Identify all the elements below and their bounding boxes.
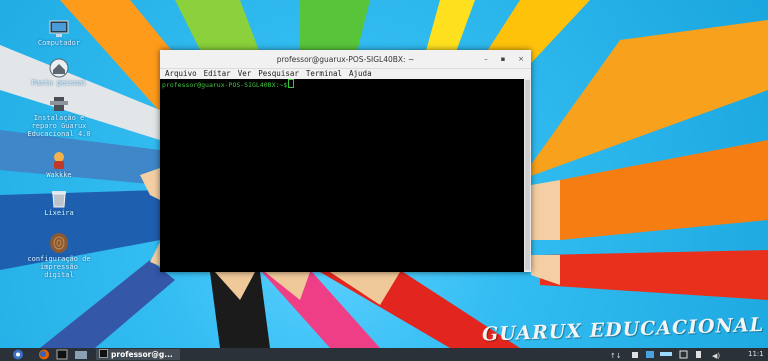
- usb-icon: [696, 351, 701, 358]
- scrollbar-thumb[interactable]: [525, 80, 530, 270]
- terminal-task-icon: [99, 349, 108, 358]
- desktop-icon-label: Pasta pessoal: [31, 79, 87, 87]
- menu-terminal[interactable]: Terminal: [306, 69, 342, 78]
- menu-bar: Arquivo Editar Ver Pesquisar Terminal Ajuda: [160, 69, 531, 79]
- desktop-icon-label: Computador: [37, 39, 81, 47]
- system-tray-icons[interactable]: ↑↓ ◀): [610, 350, 740, 359]
- window-titlebar[interactable]: professor@guarux-POS-SIGL40BX: ~ – ▪ ×: [160, 50, 531, 69]
- terminal-window[interactable]: professor@guarux-POS-SIGL40BX: ~ – ▪ × A…: [160, 50, 531, 272]
- task-label: professor@g...: [111, 350, 173, 359]
- desktop-icon-trash[interactable]: Lixeira: [20, 188, 98, 217]
- clock[interactable]: 11:1: [748, 350, 764, 359]
- minimize-button[interactable]: –: [481, 54, 491, 64]
- desktop-icon-label: configuração de impressão digital: [27, 255, 91, 279]
- maximize-button[interactable]: ▪: [498, 54, 508, 64]
- network-icon: [632, 352, 638, 358]
- desktop-icon-label: Lixeira: [44, 209, 74, 217]
- menu-ajuda[interactable]: Ajuda: [349, 69, 372, 78]
- terminal-scrollbar[interactable]: [524, 79, 531, 272]
- orange2-pencil: [560, 140, 768, 240]
- windows-flag-icon: [646, 351, 654, 358]
- desktop-icon-fingerprint[interactable]: configuração de impressão digital: [20, 232, 98, 279]
- monitor-icon: [49, 20, 69, 37]
- tools-icon: [50, 97, 68, 111]
- firefox-icon[interactable]: [38, 349, 50, 360]
- pencil-tip: [531, 180, 560, 240]
- start-menu-icon[interactable]: [12, 349, 24, 360]
- svg-text:◀): ◀): [712, 352, 720, 359]
- desktop-icon-person[interactable]: Wakkke: [20, 150, 98, 179]
- battery-icon: [660, 352, 672, 356]
- menu-arquivo[interactable]: Arquivo: [165, 69, 197, 78]
- terminal-launcher-icon[interactable]: [56, 349, 68, 360]
- taskbar: professor@g... ↑↓ ◀) 11:1: [0, 348, 768, 361]
- red-pencil: [540, 250, 768, 300]
- taskbar-terminal-task[interactable]: professor@g...: [96, 349, 180, 360]
- desktop-icon-computer[interactable]: Computador: [20, 20, 98, 47]
- menu-ver[interactable]: Ver: [238, 69, 252, 78]
- trash-icon: [52, 191, 66, 208]
- desktop-icon-label: Instalação e reparo Guarux Educacional 4…: [27, 114, 91, 138]
- desktop-icon-home-folder[interactable]: Pasta pessoal: [20, 58, 98, 87]
- file-manager-icon[interactable]: [74, 349, 88, 360]
- desktop-wallpaper: Computador Pasta pessoal Instalação e re…: [0, 0, 768, 348]
- close-button[interactable]: ×: [516, 54, 526, 64]
- menu-pesquisar[interactable]: Pesquisar: [258, 69, 299, 78]
- fingerprint-icon: [50, 233, 68, 253]
- home-folder-icon: [49, 58, 69, 78]
- desktop-icon-install-repair[interactable]: Instalação e reparo Guarux Educacional 4…: [20, 95, 98, 138]
- shell-prompt: professor@guarux-POS-SIGL40BX:~$: [162, 81, 288, 89]
- svg-text:↑↓: ↑↓: [610, 352, 622, 359]
- display-icon: [679, 350, 688, 359]
- desktop-icon-label: Wakkke: [46, 171, 72, 179]
- text-cursor: [288, 79, 295, 88]
- window-title: professor@guarux-POS-SIGL40BX: ~: [276, 55, 415, 64]
- menu-editar[interactable]: Editar: [204, 69, 231, 78]
- person-icon: [54, 152, 64, 169]
- terminal-output[interactable]: professor@guarux-POS-SIGL40BX:~$: [160, 79, 524, 272]
